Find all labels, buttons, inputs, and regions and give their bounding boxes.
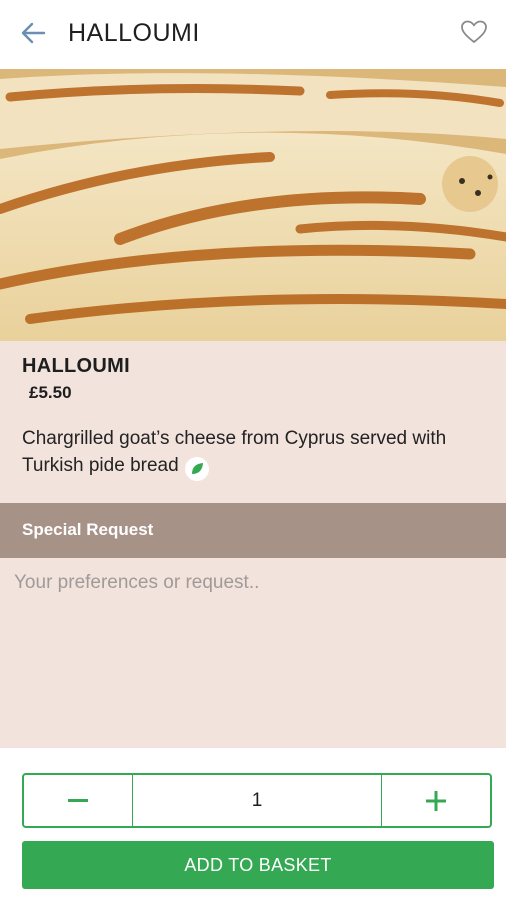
arrow-left-icon — [21, 22, 46, 44]
item-description: Chargrilled goat’s cheese from Cyprus se… — [22, 428, 447, 476]
increase-quantity-button[interactable] — [381, 775, 490, 826]
top-app-bar: HALLOUMI — [0, 0, 506, 69]
quantity-stepper: 1 — [22, 773, 492, 828]
vegetarian-badge — [184, 457, 209, 481]
add-to-basket-button[interactable]: ADD TO BASKET — [22, 841, 494, 889]
quantity-value: 1 — [251, 789, 263, 811]
order-panel: 1 ADD TO BASKET — [0, 748, 506, 900]
item-name: HALLOUMI — [22, 355, 130, 377]
plus-icon — [426, 790, 446, 811]
page-title: HALLOUMI — [68, 19, 200, 47]
special-request-section — [0, 558, 506, 748]
special-request-label: Special Request — [22, 520, 154, 539]
item-price: £5.50 — [29, 383, 72, 402]
special-request-input[interactable] — [0, 558, 506, 748]
leaf-icon — [191, 463, 203, 474]
item-photo — [0, 69, 506, 341]
back-button[interactable] — [18, 20, 48, 46]
favorite-button[interactable] — [458, 18, 490, 46]
special-request-header: Special Request — [0, 503, 506, 558]
decrease-quantity-button[interactable] — [24, 775, 133, 826]
item-description-block: Chargrilled goat’s cheese from Cyprus se… — [22, 425, 482, 481]
item-details: HALLOUMI £5.50 Chargrilled goat’s cheese… — [0, 341, 506, 503]
heart-outline-icon — [461, 20, 487, 43]
minus-icon — [68, 798, 88, 802]
